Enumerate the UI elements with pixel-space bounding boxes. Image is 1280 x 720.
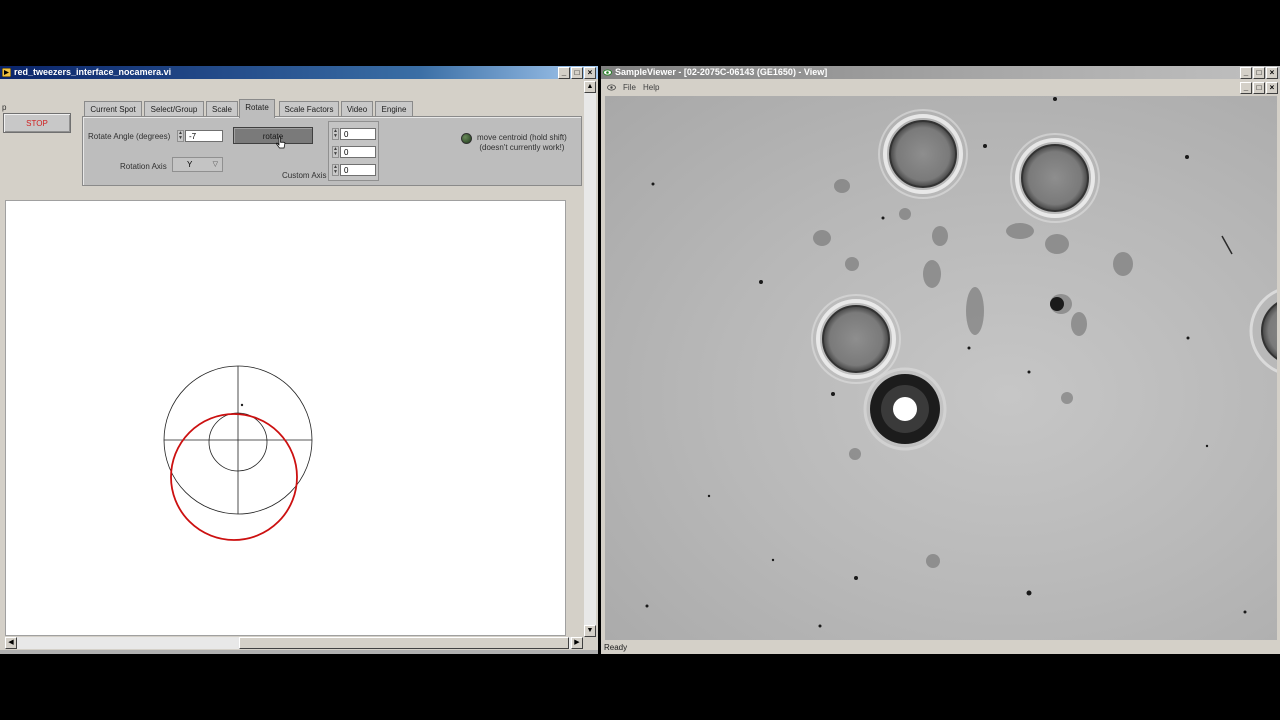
microscope-image [645, 97, 1277, 628]
rotated-red-circle [170, 413, 298, 541]
tab-label: Current Spot [90, 105, 136, 114]
move-centroid-led[interactable] [461, 133, 472, 144]
spot-display-graph[interactable] [5, 200, 566, 636]
rotation-axis-value: Y [187, 160, 193, 169]
centroid-dot [240, 403, 244, 407]
rotate-tab-panel: Rotate Angle (degrees) ▲ ▼ -7 rotate Rota… [82, 116, 582, 186]
labview-vertical-scrollbar[interactable]: ▲ ▼ [584, 81, 596, 637]
labview-horizontal-scrollbar[interactable]: ◀ ▶ [5, 637, 583, 649]
custom-axis-x-spinner[interactable]: ▲ ▼ [332, 128, 339, 140]
tab-scale[interactable]: Scale [206, 101, 238, 117]
stop-button-label: STOP [26, 119, 48, 128]
rotate-angle-input[interactable]: -7 [185, 130, 223, 142]
labview-window-title: red_tweezers_interface_nocamera.vi [14, 67, 172, 77]
bead-1 [878, 109, 968, 199]
chevron-down-icon: ▽ [212, 161, 218, 168]
tab-label: Scale [211, 105, 232, 114]
maximize-button[interactable]: □ [1253, 67, 1265, 79]
tab-label: Rotate [245, 103, 269, 112]
custom-axis-z-input[interactable]: 0 [340, 164, 376, 176]
eye-icon [607, 84, 616, 91]
tab-rotate[interactable]: Rotate [239, 99, 275, 118]
tab-current-spot[interactable]: Current Spot [84, 101, 142, 117]
minimize-button[interactable]: _ [558, 67, 570, 79]
stray-label: p [2, 103, 7, 112]
custom-axis-x-input[interactable]: 0 [340, 128, 376, 140]
labview-status-strip [0, 650, 598, 654]
menu-bar: File Help _ □ × [601, 81, 1280, 94]
child-close-button[interactable]: × [1266, 82, 1278, 94]
custom-axis-y-spinner[interactable]: ▲ ▼ [332, 146, 339, 158]
child-minimize-button[interactable]: _ [1240, 82, 1252, 94]
scroll-right-arrow[interactable]: ▶ [571, 637, 583, 649]
custom-axis-label: Custom Axis [282, 171, 327, 180]
bead-edge [1249, 289, 1277, 373]
move-centroid-line1: move centroid (hold shift) [477, 133, 567, 142]
move-centroid-label: move centroid (hold shift) (doesn't curr… [477, 133, 567, 153]
tab-video[interactable]: Video [341, 101, 373, 117]
labview-vi-icon [2, 68, 11, 77]
rotation-axis-label: Rotation Axis [120, 162, 167, 171]
labview-titlebar[interactable]: red_tweezers_interface_nocamera.vi _ □ × [0, 66, 598, 79]
custom-axis-cluster: ▲ ▼ 0 ▲ ▼ 0 ▲ ▼ 0 [328, 121, 379, 181]
tab-engine[interactable]: Engine [375, 101, 413, 117]
bead-2 [1010, 133, 1100, 223]
status-bar-text: Ready [604, 643, 628, 652]
close-button[interactable]: × [1266, 67, 1278, 79]
tab-label: Video [346, 105, 368, 114]
trapped-bead [863, 367, 947, 451]
custom-axis-y-input[interactable]: 0 [340, 146, 376, 158]
maximize-button[interactable]: □ [571, 67, 583, 79]
rotation-axis-dropdown[interactable]: Y ▽ [172, 157, 223, 172]
tab-scale-factors[interactable]: Scale Factors [279, 101, 339, 117]
eye-icon [603, 69, 612, 76]
menu-help[interactable]: Help [643, 81, 659, 94]
tab-select-group[interactable]: Select/Group [144, 101, 204, 117]
tab-label: Engine [381, 105, 407, 114]
bead-3 [811, 294, 901, 384]
camera-image-view[interactable] [605, 96, 1277, 640]
spot-pattern-plot [163, 365, 313, 541]
child-restore-button[interactable]: □ [1253, 82, 1265, 94]
rotate-angle-spinner[interactable]: ▲ ▼ [177, 130, 184, 142]
rotate-button[interactable]: rotate [233, 127, 313, 144]
scroll-thumb[interactable] [239, 637, 569, 649]
stop-button[interactable]: STOP [3, 113, 71, 133]
sampleviewer-titlebar[interactable]: SampleViewer - [02-2075C-06143 (GE1650) … [601, 66, 1280, 79]
mouse-cursor-icon [276, 136, 286, 149]
close-button[interactable]: × [584, 67, 596, 79]
scroll-left-arrow[interactable]: ◀ [5, 637, 17, 649]
custom-axis-z-spinner[interactable]: ▲ ▼ [332, 164, 339, 176]
sampleviewer-window-title: SampleViewer - [02-2075C-06143 (GE1650) … [615, 67, 828, 77]
scroll-up-arrow[interactable]: ▲ [584, 81, 596, 93]
menu-file[interactable]: File [623, 81, 636, 94]
minimize-button[interactable]: _ [1240, 67, 1252, 79]
move-centroid-line2: (doesn't currently work!) [479, 143, 565, 152]
tab-label: Select/Group [150, 105, 198, 114]
tab-label: Scale Factors [284, 105, 334, 114]
rotate-angle-label: Rotate Angle (degrees) [88, 132, 171, 141]
scroll-down-arrow[interactable]: ▼ [584, 625, 596, 637]
